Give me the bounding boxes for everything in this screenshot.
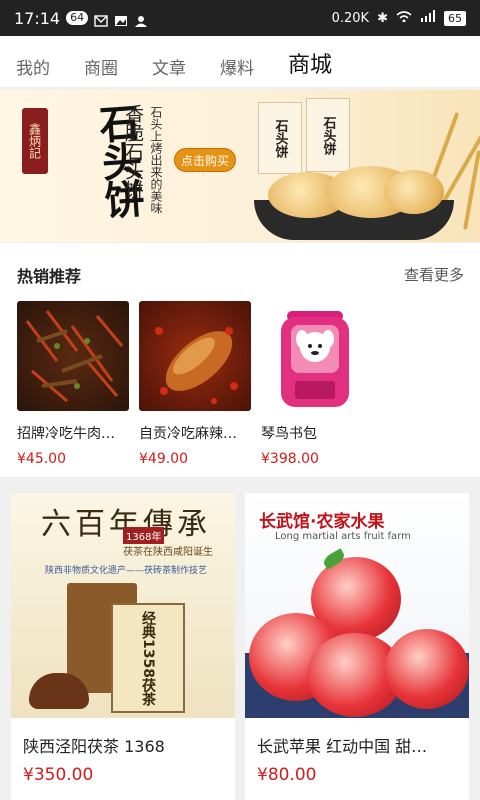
clock: 17:14 (14, 8, 61, 28)
notification-badge: 64 (66, 11, 89, 25)
product-grid: 六百年傳承 1368年 茯茶在陕西咸阳诞生 陕西非物质文化遗产——茯砖茶制作技艺… (0, 485, 480, 800)
tea-box: 经典1358茯茶 (111, 603, 185, 713)
image-brand: 长武馆·农家水果 (259, 512, 385, 532)
product-name: 自贡冷吃麻辣… (139, 426, 237, 442)
status-bar: 17:14 64 0.20K ✱ 65 (0, 0, 480, 36)
see-more-link[interactable]: 查看更多 (404, 264, 464, 285)
tab-articles[interactable]: 文章 (152, 54, 186, 79)
tab-business-circle[interactable]: 商圈 (84, 54, 118, 79)
section-title: 热销推荐 (17, 267, 82, 286)
cracker (384, 170, 444, 214)
brand-seal: 鑫炳記 (22, 108, 48, 174)
product-item[interactable]: 自贡冷吃麻辣… ¥49.00 (139, 301, 251, 467)
product-card[interactable]: 六百年傳承 1368年 茯茶在陕西咸阳诞生 陕西非物质文化遗产——茯砖茶制作技艺… (11, 493, 235, 800)
image-tag: 1368年 (123, 527, 165, 544)
tab-mine[interactable]: 我的 (16, 54, 50, 79)
battery-level: 65 (444, 10, 466, 26)
product-price: ¥80.00 (257, 765, 317, 785)
signal-icon (420, 10, 436, 26)
tab-mall[interactable]: 商城 (288, 47, 332, 79)
apple (385, 629, 469, 709)
product-item[interactable]: 招牌冷吃牛肉… ¥45.00 (17, 301, 129, 467)
product-package: 石头饼 (306, 98, 350, 172)
image-english: Long martial arts fruit farm (275, 531, 411, 542)
buy-now-button[interactable]: 点击购买 (174, 148, 236, 172)
product-price: ¥49.00 (139, 451, 188, 467)
hot-recommend-section: 热销推荐 查看更多 招牌冷吃牛肉… ¥45.00 自贡冷吃麻辣… ¥49.00 … (0, 243, 480, 477)
tab-deals[interactable]: 爆料 (220, 54, 254, 79)
network-speed: 0.20K (331, 10, 370, 26)
mail-icon (94, 12, 108, 27)
product-price: ¥398.00 (261, 451, 319, 467)
product-package: 石头饼 (258, 102, 302, 174)
image-icon (114, 12, 128, 26)
product-item[interactable]: 琴鸟书包 ¥398.00 (261, 301, 373, 467)
product-image (17, 301, 129, 411)
product-image (261, 301, 373, 411)
top-tabs: 我的 商圈 文章 爆料 商城 (0, 36, 480, 88)
banner-tagline: 石头上烤出来的美味 (149, 106, 163, 214)
banner-subtitle: 香脆石头饼 (122, 104, 144, 199)
product-name: 陕西泾阳茯茶 1368 (23, 737, 165, 756)
image-subtitle: 茯茶在陕西咸阳诞生 (123, 547, 213, 558)
image-desc: 陕西非物质文化遗产——茯砖茶制作技艺 (45, 566, 208, 576)
product-name: 长武苹果 红动中国 甜… (257, 737, 428, 756)
bluetooth-icon: ✱ (377, 10, 388, 26)
product-image (139, 301, 251, 411)
product-price: ¥45.00 (17, 451, 66, 467)
product-card-image: 六百年傳承 1368年 茯茶在陕西咸阳诞生 陕西非物质文化遗产——茯砖茶制作技艺… (11, 493, 235, 718)
product-card[interactable]: 长武馆·农家水果 Long martial arts fruit farm 长武… (245, 493, 469, 800)
wifi-icon (396, 10, 412, 26)
product-name: 招牌冷吃牛肉… (17, 426, 115, 442)
product-name: 琴鸟书包 (261, 426, 317, 442)
product-price: ¥350.00 (23, 765, 94, 785)
product-card-image: 长武馆·农家水果 Long martial arts fruit farm (245, 493, 469, 718)
promo-banner[interactable]: 鑫炳記 石头饼 香脆石头饼 石头上烤出来的美味 点击购买 石头饼 石头饼 (0, 90, 480, 242)
user-icon (134, 12, 148, 27)
